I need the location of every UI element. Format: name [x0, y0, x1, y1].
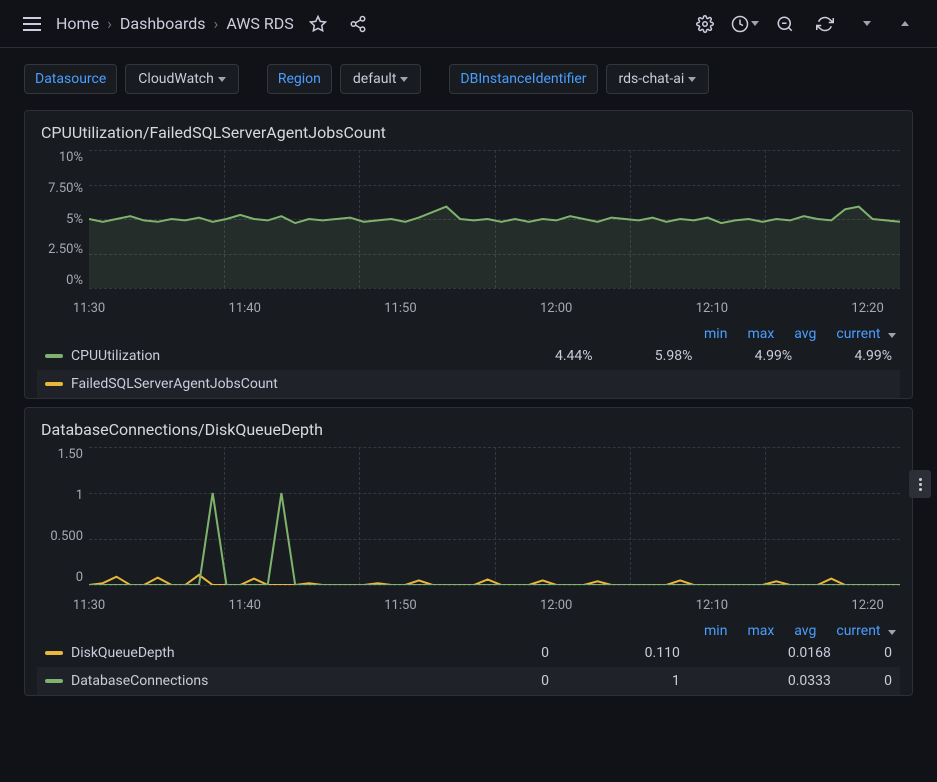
dbid-dropdown[interactable]: rds-chat-ai [606, 64, 710, 94]
panel-db: DatabaseConnections/DiskQueueDepth 1.501… [24, 407, 913, 696]
collapse-icon[interactable] [889, 8, 921, 40]
legend-header-current[interactable]: current [836, 623, 896, 639]
legend-header-max[interactable]: max [747, 326, 774, 342]
y-axis: 10%7.50%5%2.50%0% [37, 150, 89, 288]
settings-icon[interactable] [689, 8, 721, 40]
legend-header-max[interactable]: max [747, 623, 774, 639]
legend-header-current[interactable]: current [836, 326, 896, 342]
legend-row[interactable]: CPUUtilization 4.44%5.98% 4.99%4.99% [37, 342, 900, 370]
datasource-value: CloudWatch [138, 71, 214, 87]
legend-table: CPUUtilization 4.44%5.98% 4.99%4.99%Fail… [37, 342, 900, 398]
legend-row[interactable]: DatabaseConnections 01 0.03330 [37, 667, 900, 695]
panel-title[interactable]: DatabaseConnections/DiskQueueDepth [37, 416, 900, 447]
refresh-interval[interactable] [849, 8, 881, 40]
time-picker[interactable] [729, 8, 761, 40]
dbid-value: rds-chat-ai [619, 71, 685, 87]
zoom-out-icon[interactable] [769, 8, 801, 40]
breadcrumb-current[interactable]: AWS RDS [226, 14, 293, 33]
legend-header-min[interactable]: min [704, 326, 727, 342]
breadcrumb: Home › Dashboards › AWS RDS [56, 14, 294, 33]
dbid-label: DBInstanceIdentifier [449, 64, 597, 94]
topbar: Home › Dashboards › AWS RDS [0, 0, 937, 48]
datasource-dropdown[interactable]: CloudWatch [125, 64, 239, 94]
region-label: Region [267, 64, 332, 94]
panel-cpu: CPUUtilization/FailedSQLServerAgentJobsC… [24, 110, 913, 399]
legend-row[interactable]: DiskQueueDepth 00.110 0.01680 [37, 639, 900, 667]
chart-plot[interactable] [89, 447, 900, 585]
star-icon[interactable] [302, 8, 334, 40]
legend-header-min[interactable]: min [704, 623, 727, 639]
breadcrumb-dashboards[interactable]: Dashboards [120, 14, 206, 33]
breadcrumb-home[interactable]: Home [56, 14, 99, 33]
panel-title[interactable]: CPUUtilization/FailedSQLServerAgentJobsC… [37, 119, 900, 150]
legend-row[interactable]: FailedSQLServerAgentJobsCount [37, 370, 900, 398]
template-variables: Datasource CloudWatch Region default DBI… [0, 48, 937, 102]
legend-table: DiskQueueDepth 00.110 0.01680DatabaseCon… [37, 639, 900, 695]
panel-menu-icon[interactable] [909, 470, 931, 498]
region-dropdown[interactable]: default [340, 64, 422, 94]
x-axis: 11:3011:4011:5012:0012:1012:20 [89, 301, 900, 316]
region-value: default [353, 71, 397, 87]
refresh-icon[interactable] [809, 8, 841, 40]
y-axis: 1.5010.5000 [37, 447, 89, 585]
share-icon[interactable] [342, 8, 374, 40]
legend-header-avg[interactable]: avg [794, 623, 816, 639]
datasource-label: Datasource [24, 64, 117, 94]
x-axis: 11:3011:4011:5012:0012:1012:20 [89, 598, 900, 613]
hamburger-menu[interactable] [16, 8, 48, 40]
chart-plot[interactable] [89, 150, 900, 288]
legend-header-avg[interactable]: avg [794, 326, 816, 342]
